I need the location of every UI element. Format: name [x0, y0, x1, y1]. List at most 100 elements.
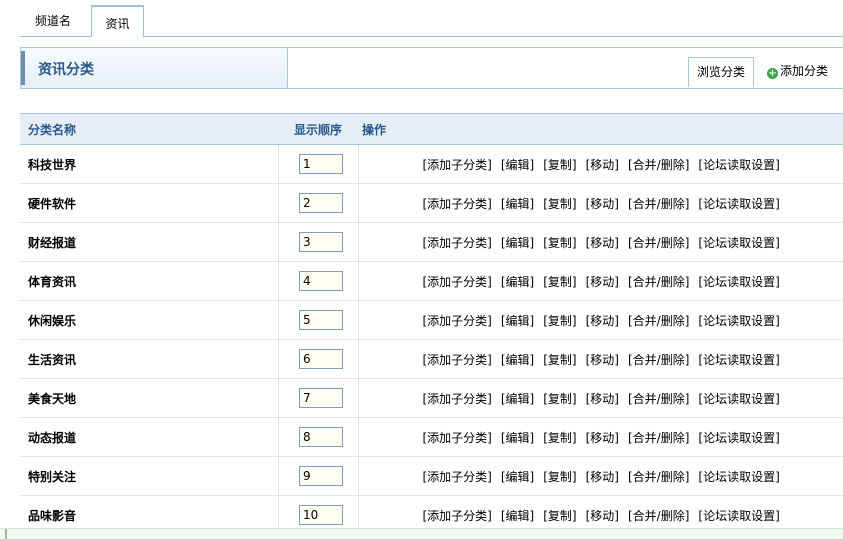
operations-cell: [添加子分类] [编辑] [复制] [移动] [合并/删除] [论坛读取设置]: [358, 378, 843, 418]
forum-read-settings-link[interactable]: [论坛读取设置]: [698, 236, 779, 250]
forum-read-settings-link[interactable]: [论坛读取设置]: [698, 314, 779, 328]
table-row: 休闲娱乐 [添加子分类] [编辑] [复制] [移动] [合并/删除] [论坛读取设置]: [20, 300, 843, 340]
browse-categories-button[interactable]: 浏览分类: [688, 57, 754, 87]
edit-link[interactable]: [编辑]: [501, 275, 534, 289]
edit-link[interactable]: [编辑]: [501, 431, 534, 445]
add-subcategory-link[interactable]: [添加子分类]: [423, 275, 492, 289]
forum-read-settings-link[interactable]: [论坛读取设置]: [698, 197, 779, 211]
add-subcategory-link[interactable]: [添加子分类]: [423, 431, 492, 445]
add-subcategory-link[interactable]: [添加子分类]: [423, 509, 492, 523]
forum-read-settings-link[interactable]: [论坛读取设置]: [698, 275, 779, 289]
display-order-input[interactable]: [299, 388, 343, 408]
forum-read-settings-link[interactable]: [论坛读取设置]: [698, 470, 779, 484]
merge-delete-link[interactable]: [合并/删除]: [628, 509, 689, 523]
header-accent-bar: [21, 51, 25, 85]
tab-channel-name[interactable]: 频道名: [18, 6, 88, 36]
category-table: 分类名称 显示顺序 操作 科技世界 [添加子分类] [编辑] [复制] [移动] [合并/…: [20, 113, 843, 535]
category-name: 特别关注: [20, 456, 278, 496]
table-row: 特别关注 [添加子分类] [编辑] [复制] [移动] [合并/删除] [论坛读取设置]: [20, 456, 843, 496]
move-link[interactable]: [移动]: [586, 236, 619, 250]
move-link[interactable]: [移动]: [586, 431, 619, 445]
add-subcategory-link[interactable]: [添加子分类]: [423, 314, 492, 328]
forum-read-settings-link[interactable]: [论坛读取设置]: [698, 158, 779, 172]
add-category-button[interactable]: + 添加分类: [767, 61, 828, 81]
operations-cell: [添加子分类] [编辑] [复制] [移动] [合并/删除] [论坛读取设置]: [358, 339, 843, 379]
forum-read-settings-link[interactable]: [论坛读取设置]: [698, 392, 779, 406]
copy-link[interactable]: [复制]: [543, 158, 576, 172]
copy-link[interactable]: [复制]: [543, 470, 576, 484]
category-name: 休闲娱乐: [20, 300, 278, 340]
display-order-input[interactable]: [299, 154, 343, 174]
top-tab-bar: 频道名 资讯: [0, 0, 843, 38]
edit-link[interactable]: [编辑]: [501, 392, 534, 406]
order-cell: [277, 417, 359, 457]
table-row: 生活资讯 [添加子分类] [编辑] [复制] [移动] [合并/删除] [论坛读取设置]: [20, 339, 843, 379]
merge-delete-link[interactable]: [合并/删除]: [628, 392, 689, 406]
copy-link[interactable]: [复制]: [543, 353, 576, 367]
status-strip: [0, 528, 843, 539]
display-order-input[interactable]: [299, 193, 343, 213]
operations-cell: [添加子分类] [编辑] [复制] [移动] [合并/删除] [论坛读取设置]: [358, 261, 843, 301]
forum-read-settings-link[interactable]: [论坛读取设置]: [698, 431, 779, 445]
category-header-panel: 资讯分类 浏览分类 + 添加分类: [20, 47, 843, 89]
add-subcategory-link[interactable]: [添加子分类]: [423, 392, 492, 406]
add-subcategory-link[interactable]: [添加子分类]: [423, 353, 492, 367]
column-header-order: 显示顺序: [278, 113, 358, 145]
operations-cell: [添加子分类] [编辑] [复制] [移动] [合并/删除] [论坛读取设置]: [358, 417, 843, 457]
move-link[interactable]: [移动]: [586, 470, 619, 484]
display-order-input[interactable]: [299, 349, 343, 369]
add-subcategory-link[interactable]: [添加子分类]: [423, 158, 492, 172]
edit-link[interactable]: [编辑]: [501, 353, 534, 367]
edit-link[interactable]: [编辑]: [501, 236, 534, 250]
table-row: 财经报道 [添加子分类] [编辑] [复制] [移动] [合并/删除] [论坛读取设置]: [20, 222, 843, 262]
merge-delete-link[interactable]: [合并/删除]: [628, 353, 689, 367]
table-header-row: 分类名称 显示顺序 操作: [20, 113, 843, 145]
merge-delete-link[interactable]: [合并/删除]: [628, 314, 689, 328]
category-name: 科技世界: [20, 144, 278, 184]
merge-delete-link[interactable]: [合并/删除]: [628, 431, 689, 445]
forum-read-settings-link[interactable]: [论坛读取设置]: [698, 509, 779, 523]
move-link[interactable]: [移动]: [586, 158, 619, 172]
header-title-box: 资讯分类: [21, 48, 288, 88]
copy-link[interactable]: [复制]: [543, 509, 576, 523]
copy-link[interactable]: [复制]: [543, 392, 576, 406]
move-link[interactable]: [移动]: [586, 314, 619, 328]
move-link[interactable]: [移动]: [586, 275, 619, 289]
edit-link[interactable]: [编辑]: [501, 314, 534, 328]
table-row: 动态报道 [添加子分类] [编辑] [复制] [移动] [合并/删除] [论坛读取设置]: [20, 417, 843, 457]
merge-delete-link[interactable]: [合并/删除]: [628, 236, 689, 250]
move-link[interactable]: [移动]: [586, 353, 619, 367]
edit-link[interactable]: [编辑]: [501, 197, 534, 211]
tab-news-label: 资讯: [105, 17, 130, 31]
add-subcategory-link[interactable]: [添加子分类]: [423, 197, 492, 211]
copy-link[interactable]: [复制]: [543, 314, 576, 328]
plus-icon: +: [767, 68, 778, 79]
display-order-input[interactable]: [299, 271, 343, 291]
add-subcategory-link[interactable]: [添加子分类]: [423, 236, 492, 250]
display-order-input[interactable]: [299, 310, 343, 330]
move-link[interactable]: [移动]: [586, 392, 619, 406]
move-link[interactable]: [移动]: [586, 197, 619, 211]
display-order-input[interactable]: [299, 427, 343, 447]
edit-link[interactable]: [编辑]: [501, 470, 534, 484]
display-order-input[interactable]: [299, 232, 343, 252]
add-subcategory-link[interactable]: [添加子分类]: [423, 470, 492, 484]
display-order-input[interactable]: [299, 505, 343, 525]
copy-link[interactable]: [复制]: [543, 275, 576, 289]
display-order-input[interactable]: [299, 466, 343, 486]
status-strip-edge: [5, 529, 7, 539]
merge-delete-link[interactable]: [合并/删除]: [628, 158, 689, 172]
merge-delete-link[interactable]: [合并/删除]: [628, 197, 689, 211]
edit-link[interactable]: [编辑]: [501, 158, 534, 172]
tab-news[interactable]: 资讯: [91, 5, 144, 37]
copy-link[interactable]: [复制]: [543, 236, 576, 250]
copy-link[interactable]: [复制]: [543, 197, 576, 211]
forum-read-settings-link[interactable]: [论坛读取设置]: [698, 353, 779, 367]
merge-delete-link[interactable]: [合并/删除]: [628, 470, 689, 484]
edit-link[interactable]: [编辑]: [501, 509, 534, 523]
page-title: 资讯分类: [38, 62, 94, 78]
merge-delete-link[interactable]: [合并/删除]: [628, 275, 689, 289]
copy-link[interactable]: [复制]: [543, 431, 576, 445]
move-link[interactable]: [移动]: [586, 509, 619, 523]
operations-cell: [添加子分类] [编辑] [复制] [移动] [合并/删除] [论坛读取设置]: [358, 300, 843, 340]
